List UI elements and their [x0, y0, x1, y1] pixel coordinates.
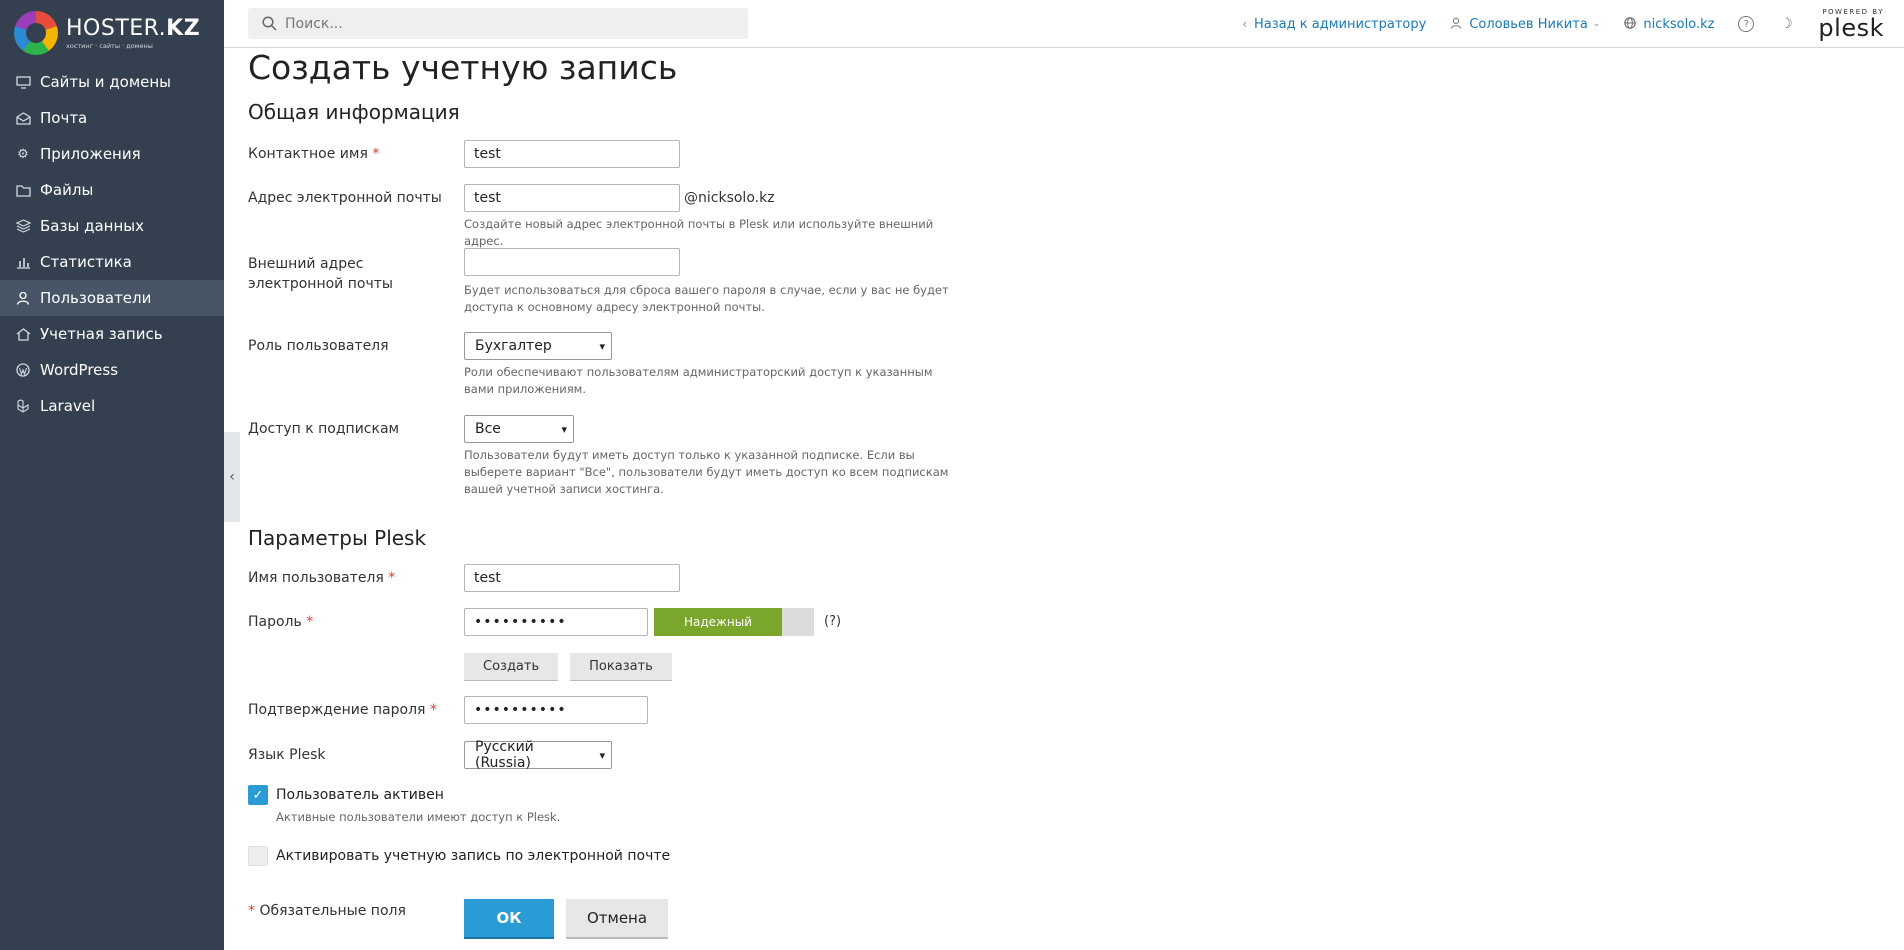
external-email-label: Внешний адрес электронной почты — [248, 256, 393, 292]
email-label: Адрес электронной почты — [248, 190, 442, 206]
database-icon — [15, 218, 31, 234]
email-input[interactable] — [464, 184, 680, 212]
role-select[interactable]: Бухгалтер ▾ — [464, 332, 612, 360]
show-password-button[interactable]: Показать — [570, 653, 672, 681]
sidebar-item-account[interactable]: Учетная запись — [0, 316, 224, 352]
chevron-down-icon: ▾ — [599, 339, 605, 353]
section-title-general: Общая информация — [248, 100, 460, 124]
user-active-row: ✓ Пользователь активен — [248, 785, 444, 805]
account-icon — [15, 326, 31, 342]
sidebar-nav: Сайты и домены Почта ⚙ Приложения Файлы Б… — [0, 64, 224, 424]
help-icon: ? — [1738, 16, 1755, 32]
language-select[interactable]: Русский (Russia) ▾ — [464, 739, 612, 771]
email-hint: Создайте новый адрес электронной почты в… — [464, 217, 934, 248]
password-strength-fill: Надежный — [654, 608, 782, 636]
password-input[interactable] — [464, 608, 648, 636]
page-title: Создать учетную запись — [248, 48, 678, 87]
section-title-plesk: Параметры Plesk — [248, 526, 427, 550]
cancel-button[interactable]: Отмена — [566, 899, 668, 939]
user-icon — [1450, 17, 1462, 32]
chevron-down-icon: ▾ — [599, 748, 605, 762]
plesk-logo: POWERED BY plesk — [1818, 8, 1884, 42]
sidebar-item-apps[interactable]: ⚙ Приложения — [0, 136, 224, 172]
external-email-hint: Будет использоваться для сброса вашего п… — [464, 283, 949, 314]
generate-password-button[interactable]: Создать — [464, 653, 559, 681]
email-domain-suffix: @nicksolo.kz — [684, 190, 775, 206]
required-fields-note: * Обязательные поля — [248, 903, 406, 919]
user-icon — [15, 290, 31, 306]
activate-email-label: Активировать учетную запись по электронн… — [276, 848, 671, 864]
user-active-hint: Активные пользователи имеют доступ к Ple… — [276, 810, 561, 824]
mail-icon — [15, 110, 31, 126]
search-icon — [262, 16, 277, 31]
chevron-down-icon: ⌄ — [1592, 19, 1601, 29]
subscriptions-select[interactable]: Все ▾ — [464, 415, 574, 443]
username-input[interactable] — [464, 564, 680, 592]
monitor-icon — [15, 74, 31, 90]
sidebar-item-databases[interactable]: Базы данных — [0, 208, 224, 244]
chevron-down-icon: ▾ — [561, 422, 567, 436]
user-active-checkbox[interactable]: ✓ — [248, 785, 268, 805]
theme-toggle-button[interactable]: ☽ — [1778, 16, 1794, 32]
sidebar-item-users[interactable]: Пользователи — [0, 280, 224, 316]
contact-name-label: Контактное имя * — [248, 146, 380, 162]
confirm-password-label: Подтверждение пароля * — [248, 702, 437, 718]
sidebar-item-mail[interactable]: Почта — [0, 100, 224, 136]
wordpress-icon — [15, 362, 31, 378]
contact-name-input[interactable] — [464, 140, 680, 168]
ok-button[interactable]: ОК — [464, 899, 554, 939]
language-label: Язык Plesk — [248, 747, 326, 763]
activate-email-checkbox[interactable] — [248, 846, 268, 866]
sidebar-collapse-button[interactable]: ‹ — [224, 432, 240, 522]
help-button[interactable]: ? — [1738, 16, 1755, 32]
gear-icon: ⚙ — [17, 146, 29, 162]
brand-name: HOSTER.KZ — [66, 16, 201, 41]
bar-chart-icon — [15, 254, 31, 270]
topbar: ‹Назад к администратору Соловьев Никита … — [224, 0, 1904, 48]
external-email-input[interactable] — [464, 248, 680, 276]
activate-email-row: Активировать учетную запись по электронн… — [248, 846, 670, 866]
sidebar: HOSTER.KZ хостинг · сайты · домены Сайты… — [0, 0, 224, 950]
search-box[interactable] — [248, 8, 748, 39]
brand-tagline: хостинг · сайты · домены — [66, 42, 153, 50]
role-label: Роль пользователя — [248, 338, 389, 354]
back-to-admin-link[interactable]: ‹ Назад к администратору — [1242, 17, 1426, 32]
chevron-left-icon: ‹ — [1242, 17, 1248, 31]
confirm-password-input[interactable] — [464, 696, 648, 724]
role-hint: Роли обеспечивают пользователям админист… — [464, 365, 933, 396]
user-active-label: Пользователь активен — [276, 787, 444, 803]
sidebar-item-statistics[interactable]: Статистика — [0, 244, 224, 280]
username-label: Имя пользователя * — [248, 570, 396, 586]
password-strength-help[interactable]: (?) — [824, 614, 841, 629]
sidebar-item-laravel[interactable]: Laravel — [0, 388, 224, 424]
moon-icon: ☽ — [1780, 16, 1793, 32]
brand-logo[interactable]: HOSTER.KZ хостинг · сайты · домены — [14, 10, 200, 56]
sidebar-item-sites[interactable]: Сайты и домены — [0, 64, 224, 100]
domain-link[interactable]: nicksolo.kz — [1624, 17, 1714, 32]
password-strength-meter: Надежный — [654, 608, 814, 636]
topbar-actions: ‹ Назад к администратору Соловьев Никита … — [1242, 0, 1904, 48]
globe-icon — [1624, 16, 1637, 32]
sidebar-item-wordpress[interactable]: WordPress — [0, 352, 224, 388]
subscriptions-hint: Пользователи будут иметь доступ только к… — [464, 448, 949, 496]
plesk-wordmark: plesk — [1818, 13, 1884, 42]
hoster-logo-icon — [14, 11, 58, 55]
search-input[interactable] — [285, 15, 725, 32]
folder-icon — [15, 182, 31, 198]
user-menu[interactable]: Соловьев Никита ⌄ — [1450, 17, 1600, 32]
subscriptions-label: Доступ к подпискам — [248, 421, 400, 437]
sidebar-item-files[interactable]: Файлы — [0, 172, 224, 208]
chevron-left-icon: ‹ — [229, 469, 235, 485]
password-label: Пароль * — [248, 614, 314, 630]
laravel-icon — [15, 398, 31, 414]
